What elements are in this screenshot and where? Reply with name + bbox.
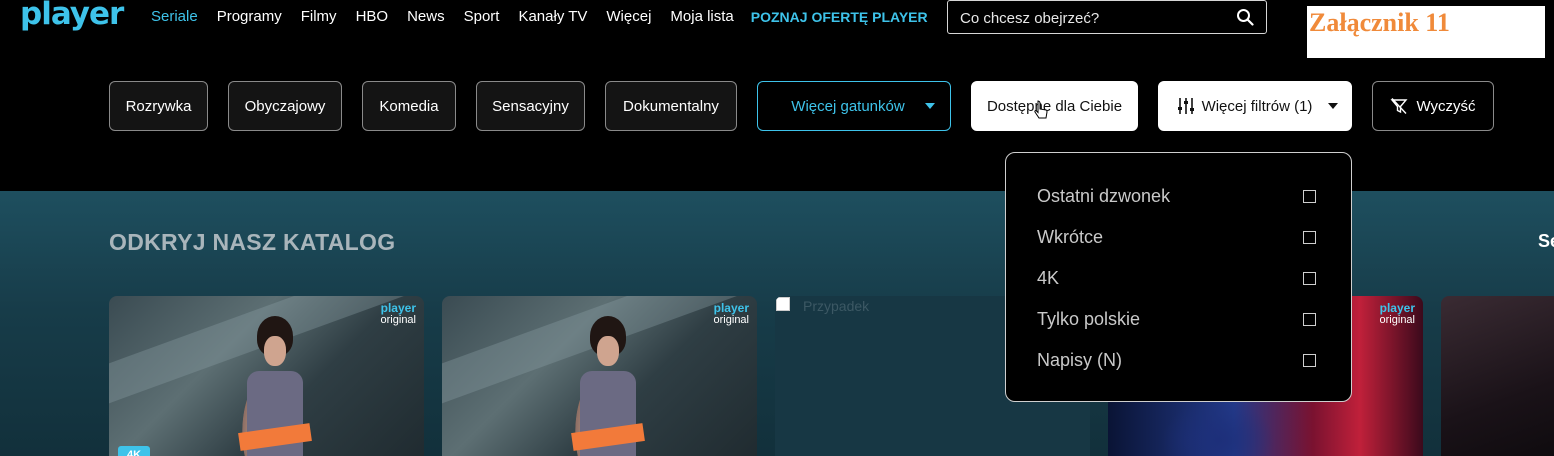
genre-filter-label: Obyczajowy xyxy=(244,97,326,115)
checkbox[interactable] xyxy=(1303,272,1316,285)
genre-filter-label: Sensacyjny xyxy=(492,97,569,115)
catalog-tile[interactable] xyxy=(1441,296,1554,456)
genre-filter-obyczajowy[interactable]: Obyczajowy xyxy=(228,81,342,131)
genre-filter-komedia[interactable]: Komedia xyxy=(362,81,456,131)
catalog-heading: ODKRYJ NASZ KATALOG xyxy=(109,229,396,255)
clear-filters-label: Wyczyść xyxy=(1416,97,1476,115)
more-filters-menu: Ostatni dzwonek Wkrótce 4K Tylko polskie… xyxy=(1005,152,1352,402)
available-for-you-label: Dostępne dla Ciebie xyxy=(986,97,1123,115)
more-genres-dropdown[interactable]: Więcej gatunków xyxy=(757,81,951,131)
nav-promo-link[interactable]: POZNAJ OFERTĘ PLAYER xyxy=(751,7,928,27)
top-navigation-bar: player Seriale Programy Filmy HBO News S… xyxy=(0,0,1554,58)
checkbox[interactable] xyxy=(1303,354,1316,367)
filter-option-label: Wkrótce xyxy=(1037,227,1104,247)
chevron-down-icon xyxy=(924,103,935,109)
search-box xyxy=(947,0,1267,34)
more-genres-label: Więcej gatunków xyxy=(791,97,905,115)
player-original-logo: player original xyxy=(1379,301,1415,326)
nav-item-filmy[interactable]: Filmy xyxy=(301,7,337,27)
player-original-logo: player original xyxy=(380,301,416,326)
checkbox[interactable] xyxy=(1303,313,1316,326)
catalog-right-label[interactable]: Se xyxy=(1538,231,1554,252)
checkbox[interactable] xyxy=(1303,190,1316,203)
search-icon[interactable] xyxy=(1236,8,1254,26)
filter-option-ostatni-dzwonek[interactable]: Ostatni dzwonek xyxy=(1037,184,1317,208)
catalog-tile[interactable]: player original 4K xyxy=(109,296,424,456)
more-filters-dropdown[interactable]: Więcej filtrów (1) xyxy=(1158,81,1352,131)
genre-filter-dokumentalny[interactable]: Dokumentalny xyxy=(605,81,737,131)
genre-filter-label: Komedia xyxy=(379,97,439,115)
broken-image-icon xyxy=(776,297,790,311)
filter-clear-icon xyxy=(1390,98,1408,114)
tile-poster-image xyxy=(238,316,314,456)
checkbox[interactable] xyxy=(1303,231,1316,244)
nav-item-news[interactable]: News xyxy=(407,7,445,27)
catalog-tile[interactable]: player original xyxy=(442,296,757,456)
player-logo[interactable]: player xyxy=(20,0,124,32)
chevron-down-icon xyxy=(1328,103,1339,109)
nav-item-kanaly-tv[interactable]: Kanały TV xyxy=(518,7,587,27)
filter-option-wkrotce[interactable]: Wkrótce xyxy=(1037,225,1317,249)
nav-item-wiecej[interactable]: Więcej xyxy=(606,7,651,27)
filter-option-label: Napisy (N) xyxy=(1037,350,1123,370)
filter-option-label: 4K xyxy=(1037,268,1060,288)
genre-filter-rozrywka[interactable]: Rozrywka xyxy=(109,81,208,131)
nav-item-sport[interactable]: Sport xyxy=(464,7,500,27)
nav-item-moja-lista[interactable]: Moja lista xyxy=(670,7,733,27)
filter-option-4k[interactable]: 4K xyxy=(1037,266,1317,290)
player-original-logo: player original xyxy=(713,301,749,326)
main-nav: Seriale Programy Filmy HBO News Sport Ka… xyxy=(151,7,947,27)
available-for-you-button[interactable]: Dostępne dla Ciebie xyxy=(971,81,1138,131)
attachment-label: Załącznik 11 xyxy=(1307,6,1545,58)
filter-option-label: Tylko polskie xyxy=(1037,309,1141,329)
clear-filters-button[interactable]: Wyczyść xyxy=(1372,81,1494,131)
filter-option-napisy[interactable]: Napisy (N) xyxy=(1037,348,1317,372)
nav-item-seriale[interactable]: Seriale xyxy=(151,7,198,27)
sliders-icon xyxy=(1177,98,1194,114)
tile-poster-image xyxy=(571,316,647,456)
tile-alt-text: Przypadek xyxy=(803,298,870,314)
filter-option-label: Ostatni dzwonek xyxy=(1037,186,1171,206)
search-input[interactable] xyxy=(960,7,1220,29)
genre-filter-sensacyjny[interactable]: Sensacyjny xyxy=(476,81,585,131)
more-filters-label: Więcej filtrów (1) xyxy=(1201,97,1313,115)
nav-item-programy[interactable]: Programy xyxy=(217,7,282,27)
nav-item-hbo[interactable]: HBO xyxy=(356,7,389,27)
genre-filter-label: Dokumentalny xyxy=(623,97,719,115)
4k-badge: 4K xyxy=(118,446,150,456)
mouse-pointer-icon xyxy=(1034,100,1048,119)
filter-option-tylko-polskie[interactable]: Tylko polskie xyxy=(1037,307,1317,331)
genre-filter-label: Rozrywka xyxy=(125,97,192,115)
